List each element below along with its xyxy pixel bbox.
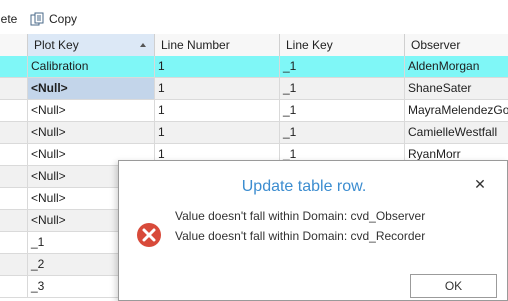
row-selector[interactable] — [0, 276, 28, 297]
column-header-label: Line Number — [161, 38, 230, 52]
column-header-line-number[interactable]: Line Number — [155, 34, 280, 56]
cell-line-number[interactable]: 1 — [155, 56, 280, 77]
row-selector[interactable] — [0, 166, 28, 187]
table-row[interactable]: <Null> 1 _1 ShaneSater — [0, 78, 508, 100]
sort-ascending-icon — [140, 43, 146, 47]
toolbar: lete Copy — [0, 0, 508, 35]
close-icon[interactable]: ✕ — [473, 177, 487, 191]
cell-line-key[interactable]: _1 — [280, 122, 405, 143]
row-selector[interactable] — [0, 144, 28, 165]
row-selector[interactable] — [0, 254, 28, 275]
copy-button[interactable]: Copy — [49, 11, 77, 27]
dialog-title: Update table row. — [241, 178, 367, 195]
row-selector[interactable] — [0, 188, 28, 209]
ok-button[interactable]: OK — [410, 274, 497, 298]
column-header-line-key[interactable]: Line Key — [280, 34, 405, 56]
cell-line-number[interactable]: 1 — [155, 100, 280, 121]
table-row[interactable]: Calibration 1 _1 AldenMorgan — [0, 56, 508, 78]
column-header-observer[interactable]: Observer — [405, 34, 508, 56]
row-selector[interactable] — [0, 78, 28, 99]
row-selector[interactable] — [0, 232, 28, 253]
cell-observer[interactable]: MayraMelendezGo — [405, 100, 508, 121]
column-header-label: Line Key — [286, 38, 333, 52]
cell-observer[interactable]: CamielleWestfall — [405, 122, 508, 143]
row-header-corner[interactable] — [0, 34, 28, 56]
table-header: Plot Key Line Number Line Key Observer — [0, 34, 508, 57]
row-selector[interactable] — [0, 56, 28, 77]
cell-line-number[interactable]: 1 — [155, 78, 280, 99]
error-icon — [137, 223, 161, 247]
row-selector[interactable] — [0, 100, 28, 121]
table-row[interactable]: <Null> 1 _1 MayraMelendezGo — [0, 100, 508, 122]
copy-icon[interactable] — [30, 12, 45, 27]
cell-line-key[interactable]: _1 — [280, 100, 405, 121]
delete-button[interactable]: lete — [0, 11, 17, 27]
table-row[interactable]: <Null> 1 _1 CamielleWestfall — [0, 122, 508, 144]
cell-plot-key[interactable]: <Null> — [28, 122, 155, 143]
cell-observer[interactable]: AldenMorgan — [405, 56, 508, 77]
cell-line-key[interactable]: _1 — [280, 56, 405, 77]
column-header-plot-key[interactable]: Plot Key — [28, 34, 155, 56]
column-header-label: Plot Key — [34, 38, 79, 52]
dialog-message: Value doesn't fall within Domain: cvd_Re… — [175, 229, 426, 243]
cell-line-key[interactable]: _1 — [280, 78, 405, 99]
cell-plot-key[interactable]: Calibration — [28, 56, 155, 77]
row-selector[interactable] — [0, 210, 28, 231]
cell-plot-key[interactable]: <Null> — [28, 100, 155, 121]
update-table-row-dialog: Update table row. ✕ Value doesn't fall w… — [118, 160, 508, 301]
cell-plot-key-editing[interactable]: <Null> — [28, 78, 155, 99]
column-header-label: Observer — [411, 38, 461, 52]
row-selector[interactable] — [0, 122, 28, 143]
dialog-message: Value doesn't fall within Domain: cvd_Ob… — [175, 209, 426, 223]
cell-observer[interactable]: ShaneSater — [405, 78, 508, 99]
cell-line-number[interactable]: 1 — [155, 122, 280, 143]
